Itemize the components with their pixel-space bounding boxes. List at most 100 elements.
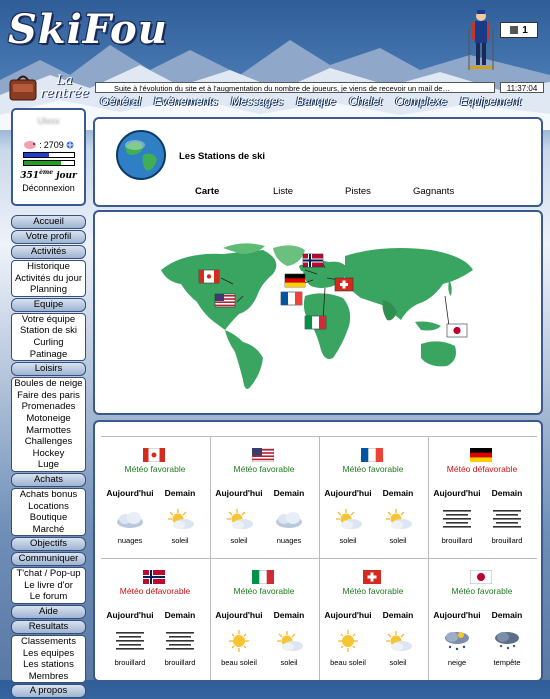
top-navigation: Général Evénements Messages Banque Chale… — [96, 96, 550, 111]
tab-liste[interactable]: Liste — [273, 186, 293, 197]
weather-status: Météo favorable — [451, 586, 513, 596]
sidebar-aide[interactable]: Aide — [11, 605, 86, 620]
sidebar-item[interactable]: Classements — [12, 636, 85, 648]
weather-cell-usa[interactable]: Météo favorable Aujourd'hui soleil Demain nu… — [210, 436, 318, 558]
today-label: Aujourd'hui — [106, 488, 154, 498]
weather-cell-canada[interactable]: Météo favorable Aujourd'hui nuages Demain so… — [101, 436, 209, 558]
today-column: Aujourd'hui beau soleil — [214, 610, 264, 667]
sidebar-item[interactable]: Les equipes — [12, 648, 85, 660]
sidebar-item[interactable]: Patinage — [12, 349, 85, 361]
flag-norway-icon — [143, 570, 165, 584]
sidebar-group-resultats: Classements Les equipes Les stations Mem… — [11, 635, 86, 684]
tab-pistes[interactable]: Pistes — [345, 186, 371, 197]
site-logo[interactable]: SkiFou — [8, 6, 168, 53]
map-flag-germany[interactable] — [284, 273, 306, 288]
sidebar-item[interactable]: Planning — [12, 284, 85, 296]
weather-cell-italy[interactable]: Météo favorable Aujourd'hui beau soleil Dem… — [210, 558, 318, 680]
nav-equipement[interactable]: Equipement — [460, 96, 521, 111]
sidebar-item[interactable]: Station de ski — [12, 325, 85, 337]
weather-cell-switzerland[interactable]: Météo favorable Aujourd'hui beau soleil Dem… — [319, 558, 427, 680]
sidebar-item[interactable]: Le forum — [12, 591, 85, 603]
logout-link[interactable]: Déconnexion — [13, 183, 84, 193]
sidebar: Accueil Votre profil Activités Historiqu… — [11, 215, 86, 699]
weather-cell-japan[interactable]: Météo favorable Aujourd'hui neige Demain tem… — [428, 558, 536, 680]
nav-banque[interactable]: Banque — [296, 96, 336, 111]
map-flag-norway[interactable] — [302, 253, 324, 268]
sidebar-item[interactable]: Activités du jour — [12, 273, 85, 285]
tomorrow-label: Demain — [273, 610, 305, 620]
sidebar-item[interactable]: Boules de neige — [12, 378, 85, 390]
weather-cell-norway[interactable]: Météo défavorable Aujourd'hui brouillard De… — [101, 558, 209, 680]
sidebar-header-resultats: Resultats — [11, 620, 86, 635]
sidebar-item[interactable]: Boutique — [12, 512, 85, 524]
tomorrow-label: Demain — [273, 488, 305, 498]
flag-italy-icon — [252, 570, 274, 584]
sidebar-item[interactable]: Marmottes — [12, 425, 85, 437]
sidebar-item[interactable]: Le livre d'or — [12, 580, 85, 592]
sidebar-item[interactable]: Curling — [12, 337, 85, 349]
sidebar-item[interactable]: Faire des paris — [12, 390, 85, 402]
sidebar-item[interactable]: Motoneige — [12, 413, 85, 425]
sidebar-group-activites: Historique Activités du jour Planning — [11, 260, 86, 297]
tomorrow-column: Demain soleil — [155, 488, 205, 545]
sidebar-item[interactable]: Luge — [12, 459, 85, 471]
world-map[interactable] — [153, 240, 483, 400]
nav-messages[interactable]: Messages — [231, 96, 283, 111]
skier-mascot-icon — [468, 10, 494, 70]
weather-cell-germany[interactable]: Météo défavorable Aujourd'hui brouillard De… — [428, 436, 536, 558]
sidebar-item[interactable]: Marché — [12, 524, 85, 536]
map-flag-canada[interactable] — [198, 269, 220, 284]
weather-cell-france[interactable]: Météo favorable Aujourd'hui soleil Demain so… — [319, 436, 427, 558]
sidebar-item[interactable]: T'chat / Pop-up — [12, 568, 85, 580]
sidebar-item[interactable]: Achats bonus — [12, 489, 85, 501]
sidebar-item[interactable]: Les stations — [12, 659, 85, 671]
sidebar-votre-profil[interactable]: Votre profil — [11, 230, 86, 244]
sidebar-apropos[interactable]: A propos — [11, 684, 86, 699]
partly-sunny-icon — [386, 509, 412, 529]
sidebar-item[interactable]: Membres — [12, 671, 85, 683]
sidebar-item[interactable]: Promenades — [12, 401, 85, 413]
health-bar — [22, 160, 75, 166]
tab-carte[interactable]: Carte — [195, 186, 219, 197]
cloud-icon — [117, 512, 143, 528]
tomorrow-condition: soleil — [389, 536, 407, 545]
tomorrow-condition: soleil — [280, 658, 298, 667]
today-label: Aujourd'hui — [106, 610, 154, 620]
news-ticker[interactable]: Suite à l'évolution du site et à l'augme… — [95, 82, 495, 93]
rank-word: jour — [56, 171, 77, 181]
tomorrow-condition: soleil — [171, 536, 189, 545]
flag-germany-icon — [470, 448, 492, 462]
counter-value: 1 — [522, 24, 528, 36]
school-bag-icon[interactable] — [8, 74, 38, 102]
map-flag-japan[interactable] — [446, 323, 468, 338]
sidebar-accueil[interactable]: Accueil — [11, 215, 86, 229]
today-label: Aujourd'hui — [324, 610, 372, 620]
sidebar-item[interactable]: Hockey — [12, 448, 85, 460]
nav-evenements[interactable]: Evénements — [154, 96, 218, 111]
tab-gagnants[interactable]: Gagnants — [413, 186, 454, 197]
tomorrow-condition: tempête — [493, 658, 521, 667]
rentree-link[interactable]: La rentrée — [40, 74, 89, 100]
tomorrow-label: Demain — [164, 488, 196, 498]
sidebar-item[interactable]: Locations — [12, 501, 85, 513]
tomorrow-column: Demain soleil — [373, 610, 423, 667]
sidebar-group-loisirs: Boules de neige Faire des paris Promenad… — [11, 377, 86, 472]
globe-icon — [116, 130, 166, 180]
notification-counter[interactable]: 1 — [500, 22, 538, 38]
map-flag-france[interactable] — [280, 291, 303, 306]
partly-sunny-icon — [386, 631, 412, 651]
map-flag-switzerland[interactable] — [334, 277, 354, 292]
weather-status: Météo défavorable — [119, 586, 191, 596]
sidebar-item[interactable]: Challenges — [12, 436, 85, 448]
tomorrow-condition: brouillard — [164, 658, 196, 667]
nav-chalet[interactable]: Chalet — [349, 96, 382, 111]
sidebar-item[interactable]: Votre équipe — [12, 314, 85, 326]
map-flag-usa[interactable] — [214, 293, 236, 308]
nav-general[interactable]: Général — [100, 96, 141, 111]
nav-complexe[interactable]: Complexe — [395, 96, 447, 111]
weather-status: Météo défavorable — [446, 464, 518, 474]
today-column: Aujourd'hui soleil — [323, 488, 373, 545]
map-flag-italy[interactable] — [304, 315, 327, 330]
sidebar-objectifs[interactable]: Objectifs — [11, 537, 86, 552]
sidebar-item[interactable]: Historique — [12, 261, 85, 273]
